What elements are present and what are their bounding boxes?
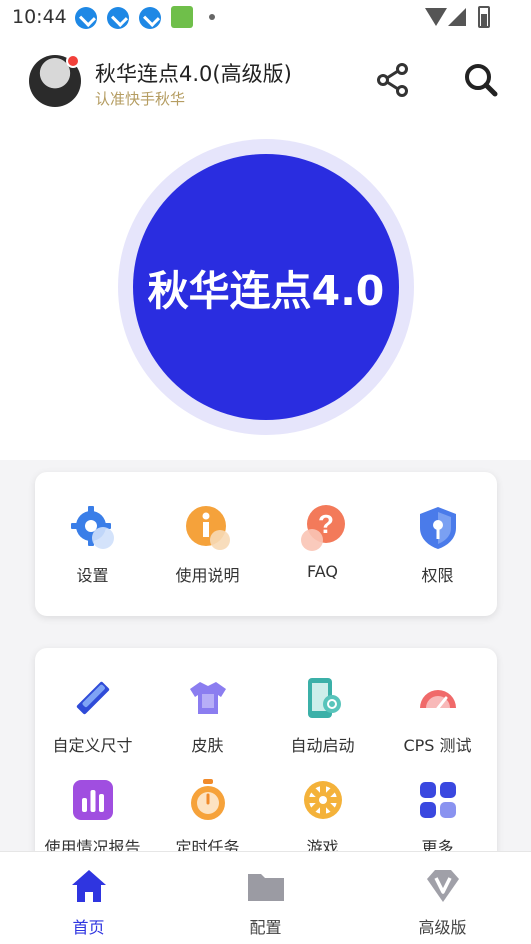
menu-item-label: 使用说明 — [175, 566, 240, 585]
download-icon — [75, 7, 97, 29]
tools-menu-card: 自定义尺寸 皮肤 自动启动 CPS 测试 使用情况报告 定时任务 游戏 更多 — [35, 648, 497, 878]
nav-label: 配置 — [249, 918, 282, 937]
tool-item-label: 自动启动 — [290, 736, 355, 755]
signal-icon — [448, 8, 466, 26]
tool-item-scheduled-task[interactable]: 定时任务 — [150, 776, 265, 858]
shield-key-icon — [414, 504, 462, 552]
search-button[interactable] — [461, 60, 501, 100]
tool-item-custom-size[interactable]: 自定义尺寸 — [35, 674, 150, 756]
hero-section: 秋华连点4.0 — [0, 130, 531, 460]
tool-item-label: 皮肤 — [191, 736, 224, 755]
menu-item-permissions[interactable]: 权限 — [380, 504, 495, 586]
app-notification-icon — [171, 6, 193, 28]
tool-item-skin[interactable]: 皮肤 — [150, 674, 265, 756]
speedometer-icon — [414, 674, 462, 722]
start-button-label: 秋华连点4.0 — [147, 267, 385, 315]
menu-item-label: 设置 — [76, 566, 109, 585]
status-bar: 10:44 — [0, 0, 531, 36]
battery-icon — [478, 6, 490, 28]
gear-icon — [69, 504, 117, 552]
share-icon — [377, 63, 408, 97]
tool-item-label: CPS 测试 — [403, 736, 472, 755]
menu-item-faq[interactable]: ? FAQ — [265, 504, 380, 581]
nav-premium[interactable]: 高级版 — [354, 866, 531, 938]
tool-item-games[interactable]: 游戏 — [265, 776, 380, 858]
folder-icon — [247, 874, 284, 901]
ruler-pencil-icon — [69, 674, 117, 722]
more-notifications-dot — [209, 14, 215, 20]
phone-link-icon — [299, 674, 347, 722]
tool-item-cps-test[interactable]: CPS 测试 — [380, 674, 495, 756]
download-icon — [107, 7, 129, 29]
menu-item-instructions[interactable]: 使用说明 — [150, 504, 265, 586]
download-icon — [139, 7, 161, 29]
bar-chart-icon — [69, 776, 117, 824]
nav-label: 高级版 — [418, 918, 467, 937]
nav-label: 首页 — [72, 918, 105, 937]
tool-item-usage-report[interactable]: 使用情况报告 — [35, 776, 150, 858]
main-menu-card: 设置 使用说明 ? FAQ 权限 — [35, 472, 497, 616]
tool-item-label: 自定义尺寸 — [52, 736, 133, 755]
stopwatch-icon — [184, 776, 232, 824]
info-icon — [184, 504, 232, 552]
menu-item-label: 权限 — [421, 566, 454, 585]
grid-icon — [414, 776, 462, 824]
share-button[interactable] — [373, 60, 413, 100]
wifi-icon — [425, 8, 447, 26]
start-button[interactable]: 秋华连点4.0 — [133, 154, 399, 420]
diamond-v-icon — [426, 870, 459, 902]
search-icon — [465, 64, 498, 97]
status-time: 10:44 — [12, 6, 67, 28]
tool-item-more[interactable]: 更多 — [380, 776, 495, 858]
nav-home[interactable]: 首页 — [0, 866, 177, 938]
wheel-icon — [299, 776, 347, 824]
menu-item-label: FAQ — [307, 562, 338, 581]
notification-badge — [66, 54, 80, 68]
app-title: 秋华连点4.0(高级版) — [95, 62, 292, 86]
menu-item-settings[interactable]: 设置 — [35, 504, 150, 586]
app-header: 秋华连点4.0(高级版) 认准快手秋华 — [0, 36, 531, 130]
app-subtitle: 认准快手秋华 — [95, 90, 186, 108]
home-icon — [71, 870, 106, 902]
question-icon: ? — [299, 504, 347, 552]
bottom-navigation: 首页 配置 高级版 — [0, 851, 531, 944]
nav-config[interactable]: 配置 — [177, 866, 354, 938]
tool-item-auto-start[interactable]: 自动启动 — [265, 674, 380, 756]
tshirt-icon — [184, 674, 232, 722]
